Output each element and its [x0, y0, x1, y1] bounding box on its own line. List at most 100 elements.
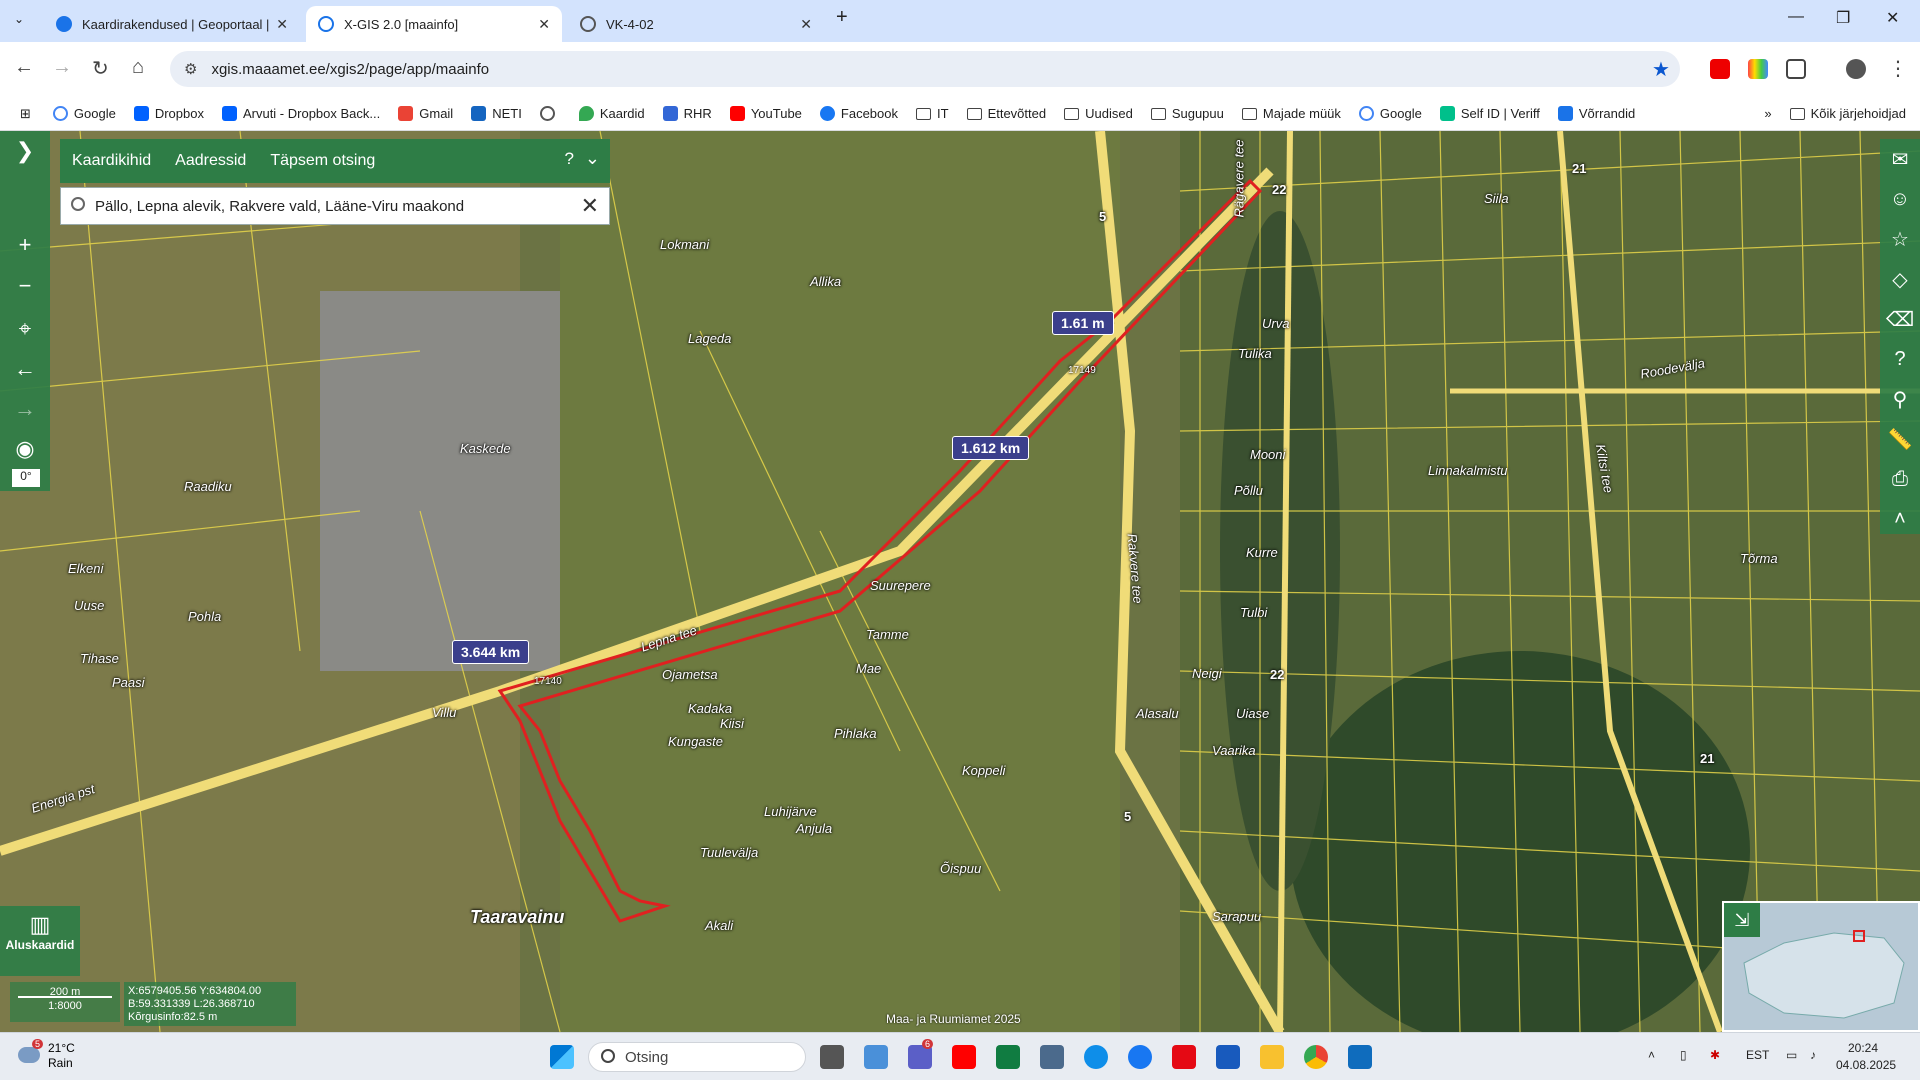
bookmark-vorrandid[interactable]: Võrrandid — [1557, 106, 1635, 121]
restore-icon[interactable]: ❐ — [1836, 8, 1850, 28]
compass-icon[interactable]: ◉ — [0, 429, 50, 469]
word-icon[interactable] — [1216, 1045, 1240, 1069]
colorful-extension-icon[interactable] — [1748, 59, 1768, 79]
bookmark-neti[interactable]: NETI — [471, 106, 522, 121]
bookmark-gmail[interactable]: Gmail — [398, 106, 453, 121]
compare-icon[interactable]: ◇ — [1880, 259, 1920, 299]
close-tab-icon[interactable]: ✕ — [276, 16, 288, 33]
collapse-up-icon[interactable]: ˄ — [1880, 499, 1920, 539]
facebook-app-icon[interactable] — [1128, 1045, 1152, 1069]
bookmark-folder-it[interactable]: IT — [916, 106, 949, 121]
next-extent-icon[interactable]: → — [0, 389, 50, 429]
apps-grid-icon[interactable]: ⊞ — [20, 106, 31, 122]
bookmark-kaardid[interactable]: Kaardid — [578, 106, 645, 121]
clock-time[interactable]: 20:24 — [1848, 1041, 1878, 1055]
overview-minimap[interactable]: ⇲ — [1722, 901, 1920, 1032]
file-explorer-icon[interactable] — [1260, 1045, 1284, 1069]
help-icon[interactable]: ? — [565, 149, 574, 169]
task-view-icon[interactable] — [820, 1045, 844, 1069]
globe-favicon-icon — [318, 16, 334, 32]
minimize-icon[interactable]: — — [1788, 8, 1804, 26]
youtube-app-icon[interactable] — [952, 1045, 976, 1069]
vorrandid-icon — [1557, 106, 1573, 121]
chrome-icon[interactable] — [1304, 1045, 1328, 1069]
new-tab-icon[interactable]: + — [836, 6, 848, 29]
favorites-star-icon[interactable]: ☆ — [1880, 219, 1920, 259]
close-tab-icon[interactable]: ✕ — [800, 16, 812, 33]
tab-aadressid[interactable]: Aadressid — [175, 152, 246, 170]
tab-xgis[interactable]: X-GIS 2.0 [maainfo] ✕ — [306, 6, 562, 42]
windows-start-icon[interactable] — [550, 1045, 574, 1069]
place-label: Raadiku — [184, 479, 232, 494]
map-canvas[interactable]: 1.61 m 1.612 km 3.644 km Lokmani Allika … — [0, 131, 1920, 1032]
profile-avatar[interactable] — [1846, 59, 1866, 79]
user-icon[interactable]: ☺ — [1880, 179, 1920, 219]
home-icon[interactable]: ⌂ — [132, 56, 144, 79]
bookmark-star-icon[interactable]: ★ — [1652, 57, 1670, 82]
edge-icon[interactable] — [1084, 1045, 1108, 1069]
bookmark-folder-uudised[interactable]: Uudised — [1064, 106, 1133, 121]
bookmark-google-2[interactable]: Google — [1358, 106, 1422, 121]
expand-panel-icon[interactable]: ❯ — [0, 131, 50, 171]
tab-kaardikihid[interactable]: Kaardikihid — [72, 152, 151, 170]
location-pin-icon[interactable]: ⚲ — [1880, 379, 1920, 419]
back-icon[interactable]: ← — [14, 56, 34, 79]
calculator-icon[interactable] — [1040, 1045, 1064, 1069]
tab-search-chevron-icon[interactable]: ⌄ — [14, 12, 24, 26]
usb-icon[interactable]: ▯ — [1680, 1048, 1687, 1062]
place-label: Siila — [1484, 191, 1509, 206]
address-bar[interactable]: ⚙ xgis.maaamet.ee/xgis2/page/app/maainfo — [170, 51, 1680, 87]
bookmark-youtube[interactable]: YouTube — [729, 106, 802, 121]
widgets-icon[interactable] — [864, 1045, 888, 1069]
reload-icon[interactable]: ↻ — [92, 56, 109, 81]
extensions-puzzle-icon[interactable] — [1786, 59, 1806, 79]
menu-kebab-icon[interactable]: ⋮ — [1888, 56, 1908, 81]
language-indicator[interactable]: EST — [1746, 1048, 1769, 1062]
tray-app-icon[interactable]: ✱ — [1710, 1048, 1720, 1062]
collapse-minimap-icon[interactable]: ⇲ — [1724, 903, 1760, 937]
feedback-icon[interactable]: ✉ — [1880, 139, 1920, 179]
bookmark-dropbox[interactable]: Dropbox — [133, 106, 204, 121]
collapse-chevrons-icon[interactable]: ⌄ — [585, 148, 600, 169]
zoom-in-icon[interactable]: + — [0, 225, 50, 265]
bookmark-veriff[interactable]: Self ID | Veriff — [1439, 106, 1540, 121]
network-icon[interactable]: ▭ — [1786, 1048, 1797, 1062]
weather-widget[interactable]: 5 21°C Rain — [18, 1039, 118, 1073]
bookmark-folder-ettevotted[interactable]: Ettevõtted — [966, 106, 1046, 121]
bookmark-folder-sugupuu[interactable]: Sugupuu — [1150, 106, 1224, 121]
measurement-label: 1.612 km — [952, 436, 1030, 460]
close-tab-icon[interactable]: ✕ — [538, 16, 550, 33]
clock-date[interactable]: 04.08.2025 — [1836, 1058, 1896, 1072]
clear-search-icon[interactable]: ✕ — [581, 193, 599, 219]
measure-ruler-icon[interactable]: 📏 — [1880, 419, 1920, 459]
bookmark-globe[interactable] — [539, 106, 561, 121]
bookmark-google[interactable]: Google — [52, 106, 116, 121]
close-window-icon[interactable]: ✕ — [1886, 8, 1899, 28]
bookmark-facebook[interactable]: Facebook — [819, 106, 898, 121]
bookmark-rhr[interactable]: RHR — [662, 106, 712, 121]
tab-geoportaal[interactable]: Kaardirakendused | Geoportaal | M ✕ — [44, 6, 300, 42]
taskbar-search[interactable]: Otsing — [588, 1042, 806, 1072]
previous-extent-icon[interactable]: ← — [0, 349, 50, 389]
address-search-input[interactable]: Pällo, Lepna alevik, Rakvere vald, Lääne… — [60, 187, 610, 225]
netflix-icon[interactable] — [1172, 1045, 1196, 1069]
eraser-icon[interactable]: ⌫ — [1880, 299, 1920, 339]
all-bookmarks[interactable]: Kõik järjehoidjad — [1789, 106, 1906, 121]
print-icon[interactable]: ⎙ — [1880, 459, 1920, 499]
zoom-out-icon[interactable]: − — [0, 266, 50, 306]
bookmarks-overflow-icon[interactable]: » — [1764, 106, 1771, 121]
tab-tapsem-otsing[interactable]: Täpsem otsing — [270, 152, 375, 170]
excel-icon[interactable] — [996, 1045, 1020, 1069]
basemaps-button[interactable]: ▥ Aluskaardid — [0, 906, 80, 976]
locate-icon[interactable]: ⌖ — [0, 309, 50, 349]
bookmark-folder-majade-muuk[interactable]: Majade müük — [1241, 106, 1341, 121]
tab-vk[interactable]: VK-4-02 ✕ — [568, 6, 824, 42]
site-info-icon[interactable]: ⚙ — [184, 60, 197, 78]
help-question-icon[interactable]: ? — [1880, 339, 1920, 379]
opera-extension-icon[interactable] — [1710, 59, 1730, 79]
bookmark-dropbox-backup[interactable]: Arvuti - Dropbox Back... — [221, 106, 380, 121]
forward-icon[interactable]: → — [52, 56, 72, 79]
tray-overflow-icon[interactable]: ˄ — [1648, 1048, 1655, 1062]
outlook-icon[interactable] — [1348, 1045, 1372, 1069]
volume-icon[interactable]: ♪ — [1810, 1048, 1816, 1062]
